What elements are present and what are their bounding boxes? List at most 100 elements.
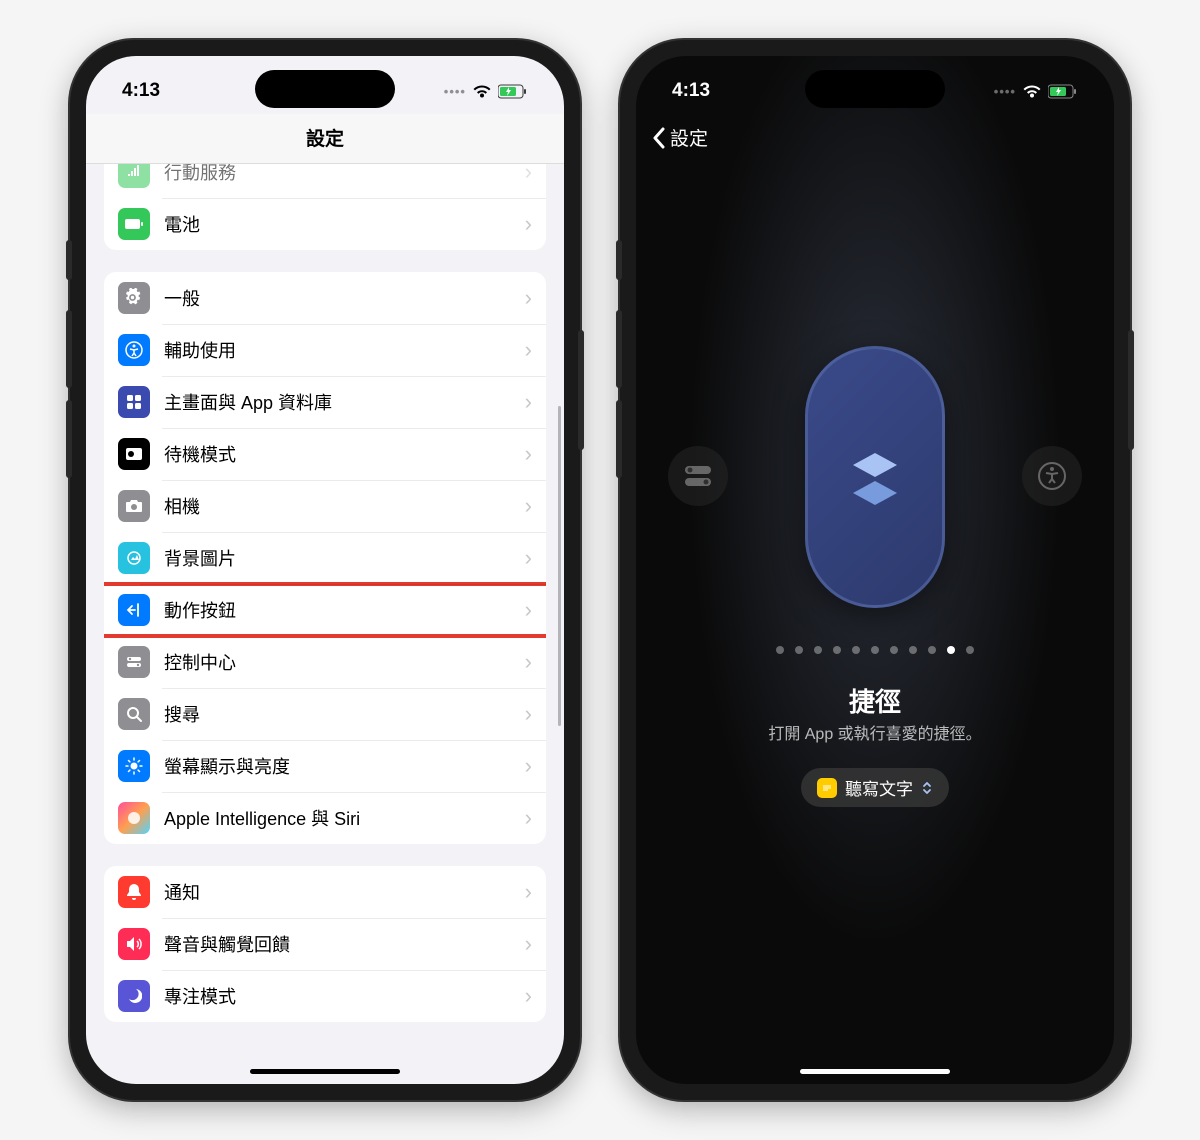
back-button[interactable]: 設定	[636, 114, 1114, 161]
accessibility-icon	[118, 334, 150, 366]
volume-up-button	[616, 310, 622, 388]
brightness-icon	[118, 750, 150, 782]
row-general[interactable]: 一般 ›	[104, 272, 546, 324]
shortcuts-icon	[843, 445, 907, 509]
battery-charging-icon	[1048, 84, 1078, 99]
row-label: 相機	[164, 493, 511, 519]
row-label: 行動服務	[164, 164, 511, 185]
gear-icon	[118, 282, 150, 314]
notes-icon	[817, 778, 837, 798]
bell-icon	[118, 876, 150, 908]
pager-dot[interactable]	[909, 646, 917, 654]
apps-icon	[118, 386, 150, 418]
pager-dot[interactable]	[833, 646, 841, 654]
row-display[interactable]: 螢幕顯示與亮度 ›	[104, 740, 546, 792]
status-time: 4:13	[122, 80, 160, 102]
row-label: 電池	[164, 211, 511, 237]
row-wallpaper[interactable]: 背景圖片 ›	[104, 532, 546, 584]
status-right: ••••	[444, 84, 528, 99]
pager-dot[interactable]	[814, 646, 822, 654]
pager-dot[interactable]	[947, 646, 955, 654]
row-label: 螢幕顯示與亮度	[164, 753, 511, 779]
chevron-right-icon: ›	[525, 493, 532, 519]
chevron-right-icon: ›	[525, 337, 532, 363]
chevron-right-icon: ›	[525, 753, 532, 779]
volume-up-button	[66, 310, 72, 388]
chevron-right-icon: ›	[525, 441, 532, 467]
pager-dot[interactable]	[928, 646, 936, 654]
row-label: Apple Intelligence 與 Siri	[164, 805, 511, 831]
chevron-right-icon: ›	[525, 701, 532, 727]
row-label: 專注模式	[164, 983, 511, 1009]
sound-icon	[118, 928, 150, 960]
siri-icon	[118, 802, 150, 834]
screen-action-button: 4:13 •••• 設定 捷徑 打開 App 或執行喜愛的捷徑。	[636, 56, 1114, 1084]
row-action-button[interactable]: 動作按鈕 ›	[104, 584, 546, 636]
scrollbar[interactable]	[558, 406, 561, 726]
back-label: 設定	[670, 124, 708, 151]
dynamic-island	[805, 70, 945, 108]
action-button-icon	[118, 594, 150, 626]
action-button-preview	[805, 346, 945, 608]
chevron-right-icon: ›	[525, 931, 532, 957]
row-standby[interactable]: 待機模式 ›	[104, 428, 546, 480]
cellular-icon	[118, 164, 150, 188]
chevron-up-down-icon	[921, 780, 933, 796]
phone-right: 4:13 •••• 設定 捷徑 打開 App 或執行喜愛的捷徑。	[620, 40, 1130, 1100]
pager-dot[interactable]	[776, 646, 784, 654]
home-indicator[interactable]	[250, 1069, 400, 1074]
row-battery[interactable]: 電池 ›	[104, 198, 546, 250]
next-action-icon[interactable]	[1022, 446, 1082, 506]
pager-dot[interactable]	[871, 646, 879, 654]
chevron-right-icon: ›	[525, 805, 532, 831]
wallpaper-icon	[118, 542, 150, 574]
settings-group-connectivity: 行動服務 › 電池 ›	[104, 164, 546, 250]
control-center-icon	[118, 646, 150, 678]
chevron-right-icon: ›	[525, 649, 532, 675]
row-label: 輔助使用	[164, 337, 511, 363]
pager-dot[interactable]	[890, 646, 898, 654]
volume-button	[616, 240, 622, 280]
home-indicator[interactable]	[800, 1069, 950, 1074]
row-homescreen[interactable]: 主畫面與 App 資料庫 ›	[104, 376, 546, 428]
prev-action-icon[interactable]	[668, 446, 728, 506]
pager-dot[interactable]	[795, 646, 803, 654]
screen-settings: 4:13 •••• 設定 行動服務 ›	[86, 56, 564, 1084]
chevron-right-icon: ›	[525, 285, 532, 311]
power-button	[578, 330, 584, 450]
row-siri[interactable]: Apple Intelligence 與 Siri ›	[104, 792, 546, 844]
phone-left: 4:13 •••• 設定 行動服務 ›	[70, 40, 580, 1100]
row-camera[interactable]: 相機 ›	[104, 480, 546, 532]
wifi-icon	[472, 84, 492, 99]
row-cellular[interactable]: 行動服務 ›	[104, 164, 546, 198]
row-accessibility[interactable]: 輔助使用 ›	[104, 324, 546, 376]
settings-group-general: 一般 › 輔助使用 › 主畫面與 App 資料庫 ›	[104, 272, 546, 844]
pager-dot[interactable]	[852, 646, 860, 654]
row-label: 一般	[164, 285, 511, 311]
page-control[interactable]	[776, 646, 974, 654]
row-control-center[interactable]: 控制中心 ›	[104, 636, 546, 688]
row-label: 控制中心	[164, 649, 511, 675]
chevron-right-icon: ›	[525, 545, 532, 571]
status-time: 4:13	[672, 80, 710, 102]
row-label: 主畫面與 App 資料庫	[164, 389, 511, 415]
chevron-right-icon: ›	[525, 983, 532, 1009]
wifi-icon	[1022, 84, 1042, 99]
row-notifications[interactable]: 通知 ›	[104, 866, 546, 918]
row-label: 聲音與觸覺回饋	[164, 931, 511, 957]
settings-group-notifications: 通知 › 聲音與觸覺回饋 › 專注模式 ›	[104, 866, 546, 1022]
battery-charging-icon	[498, 84, 528, 99]
search-icon	[118, 698, 150, 730]
settings-list[interactable]: 行動服務 › 電池 › 一般 ›	[86, 164, 564, 1044]
row-label: 搜尋	[164, 701, 511, 727]
camera-icon	[118, 490, 150, 522]
dynamic-island	[255, 70, 395, 108]
row-search[interactable]: 搜尋 ›	[104, 688, 546, 740]
volume-button	[66, 240, 72, 280]
pager-dot[interactable]	[966, 646, 974, 654]
volume-down-button	[66, 400, 72, 478]
volume-down-button	[616, 400, 622, 478]
row-sounds[interactable]: 聲音與觸覺回饋 ›	[104, 918, 546, 970]
row-focus[interactable]: 專注模式 ›	[104, 970, 546, 1022]
shortcut-selector[interactable]: 聽寫文字	[801, 768, 949, 807]
